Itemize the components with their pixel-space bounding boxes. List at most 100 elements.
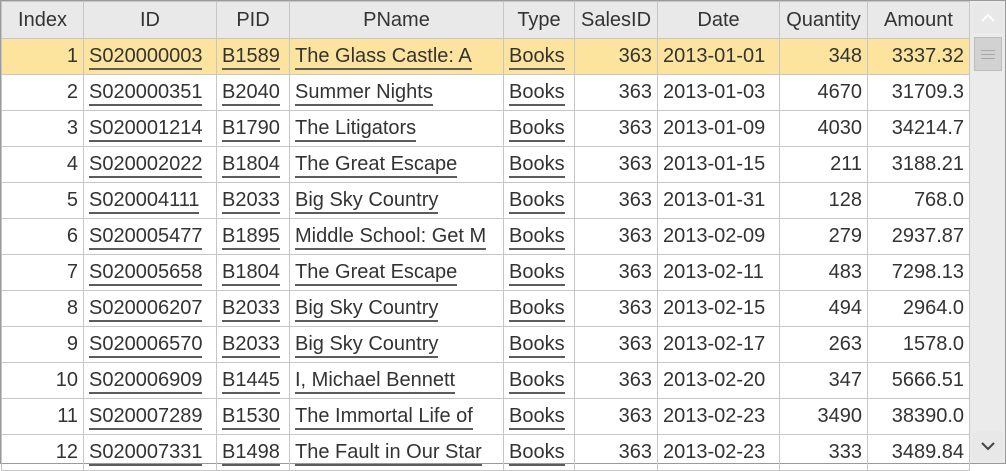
cell-pid-link[interactable]: B1445 [222,369,280,394]
table-row[interactable]: 9 S020006570 B2033 Big Sky Country Books 363 2… [1,326,970,363]
cell-pname-link[interactable]: The Glass Castle: A [295,45,472,70]
cell-type-link[interactable]: Books [509,45,565,70]
cell-pname[interactable]: Middle School: Get M [289,218,504,255]
cell-quantity[interactable]: 494 [779,290,868,327]
cell-id[interactable]: S020005477 [83,218,217,255]
cell-index[interactable]: 2 [1,74,84,111]
cell-salesid[interactable]: 363 [574,74,658,111]
cell-index[interactable]: 6 [1,218,84,255]
cell-index[interactable]: 7 [1,254,84,291]
cell-type-link[interactable]: Books [509,117,565,142]
cell-id[interactable]: S020002022 [83,146,217,183]
table-row[interactable]: 11 S020007289 B1530 The Immortal Life of Boo… [1,398,970,435]
column-header-type[interactable]: Type [503,1,575,39]
cell-salesid[interactable]: 363 [574,254,658,291]
cell-pname-link[interactable]: Big Sky Country [295,333,439,358]
cell-quantity[interactable]: 263 [779,326,868,363]
cell-type-link[interactable]: Books [509,261,565,286]
cell-type-link[interactable]: Books [509,441,565,466]
cell-amount[interactable]: 5666.51 [867,362,970,399]
cell-type[interactable]: Books [503,434,575,471]
cell-type[interactable]: Books [503,290,575,327]
column-header-pid[interactable]: PID [216,1,290,39]
cell-id-link[interactable]: S020002022 [89,153,203,178]
cell-index[interactable]: 1 [1,38,84,75]
cell-id-link[interactable]: S020001214 [89,117,203,142]
cell-pname-link[interactable]: Big Sky Country [295,189,439,214]
cell-pid[interactable]: B1445 [216,362,290,399]
cell-pname-link[interactable]: The Fault in Our Star [295,441,482,466]
cell-amount[interactable]: 2937.87 [867,218,970,255]
cell-pid[interactable]: B1530 [216,398,290,435]
cell-amount[interactable]: 3337.32 [867,38,970,75]
cell-date[interactable]: 2013-02-17 [657,326,780,363]
cell-amount[interactable]: 3489.84 [867,434,970,471]
cell-id[interactable]: S020000003 [83,38,217,75]
cell-date[interactable]: 2013-01-03 [657,74,780,111]
scrollbar-thumb[interactable] [974,37,1002,71]
cell-index[interactable]: 5 [1,182,84,219]
cell-pid-link[interactable]: B1530 [222,405,280,430]
cell-pname-link[interactable]: Big Sky Country [295,297,439,322]
cell-amount[interactable]: 31709.3 [867,74,970,111]
cell-date[interactable]: 2013-02-09 [657,218,780,255]
cell-type[interactable]: Books [503,254,575,291]
cell-date[interactable]: 2013-02-23 [657,398,780,435]
cell-type-link[interactable]: Books [509,153,565,178]
cell-index[interactable]: 4 [1,146,84,183]
cell-date[interactable]: 2013-02-11 [657,254,780,291]
column-header-quantity[interactable]: Quantity [779,1,868,39]
cell-quantity[interactable]: 279 [779,218,868,255]
cell-pid[interactable]: B2033 [216,326,290,363]
cell-salesid[interactable]: 363 [574,434,658,471]
cell-type-link[interactable]: Books [509,333,565,358]
cell-date[interactable]: 2013-02-23 [657,434,780,471]
cell-pid[interactable]: B1804 [216,146,290,183]
cell-type[interactable]: Books [503,38,575,75]
cell-type-link[interactable]: Books [509,297,565,322]
cell-pname[interactable]: Big Sky Country [289,182,504,219]
cell-id-link[interactable]: S020005477 [89,225,203,250]
cell-id-link[interactable]: S020006909 [89,369,203,394]
cell-id-link[interactable]: S020000003 [89,45,203,70]
cell-type[interactable]: Books [503,398,575,435]
cell-amount[interactable]: 768.0 [867,182,970,219]
cell-salesid[interactable]: 363 [574,110,658,147]
cell-type[interactable]: Books [503,362,575,399]
cell-id-link[interactable]: S020006207 [89,297,203,322]
cell-salesid[interactable]: 363 [574,362,658,399]
cell-pname[interactable]: Big Sky Country [289,326,504,363]
cell-salesid[interactable]: 363 [574,146,658,183]
cell-index[interactable]: 10 [1,362,84,399]
cell-pname[interactable]: The Great Escape [289,254,504,291]
cell-pid[interactable]: B2033 [216,290,290,327]
cell-salesid[interactable]: 363 [574,182,658,219]
cell-amount[interactable]: 7298.13 [867,254,970,291]
cell-amount[interactable]: 3188.21 [867,146,970,183]
scroll-up-button[interactable] [972,3,1003,33]
cell-pname-link[interactable]: The Immortal Life of [295,405,473,430]
cell-quantity[interactable]: 348 [779,38,868,75]
cell-type[interactable]: Books [503,110,575,147]
cell-pid-link[interactable]: B1804 [222,153,280,178]
cell-index[interactable]: 3 [1,110,84,147]
cell-salesid[interactable]: 363 [574,38,658,75]
cell-type[interactable]: Books [503,182,575,219]
cell-id[interactable]: S020004111 [83,182,217,219]
cell-pid-link[interactable]: B1589 [222,45,280,70]
cell-type[interactable]: Books [503,218,575,255]
cell-type-link[interactable]: Books [509,81,565,106]
cell-id[interactable]: S020005658 [83,254,217,291]
cell-date[interactable]: 2013-01-01 [657,38,780,75]
table-row[interactable]: 1 S020000003 B1589 The Glass Castle: A Books… [1,38,970,75]
cell-pid[interactable]: B1804 [216,254,290,291]
column-header-salesid[interactable]: SalesID [574,1,658,39]
cell-id[interactable]: S020000351 [83,74,217,111]
cell-pname-link[interactable]: Summer Nights [295,81,433,106]
table-row[interactable]: 2 S020000351 B2040 Summer Nights Books 363 201… [1,74,970,111]
cell-quantity[interactable]: 333 [779,434,868,471]
table-row[interactable]: 6 S020005477 B1895 Middle School: Get M Book… [1,218,970,255]
column-header-pname[interactable]: PName [289,1,504,39]
cell-id[interactable]: S020001214 [83,110,217,147]
table-row[interactable]: 8 S020006207 B2033 Big Sky Country Books 363 2… [1,290,970,327]
